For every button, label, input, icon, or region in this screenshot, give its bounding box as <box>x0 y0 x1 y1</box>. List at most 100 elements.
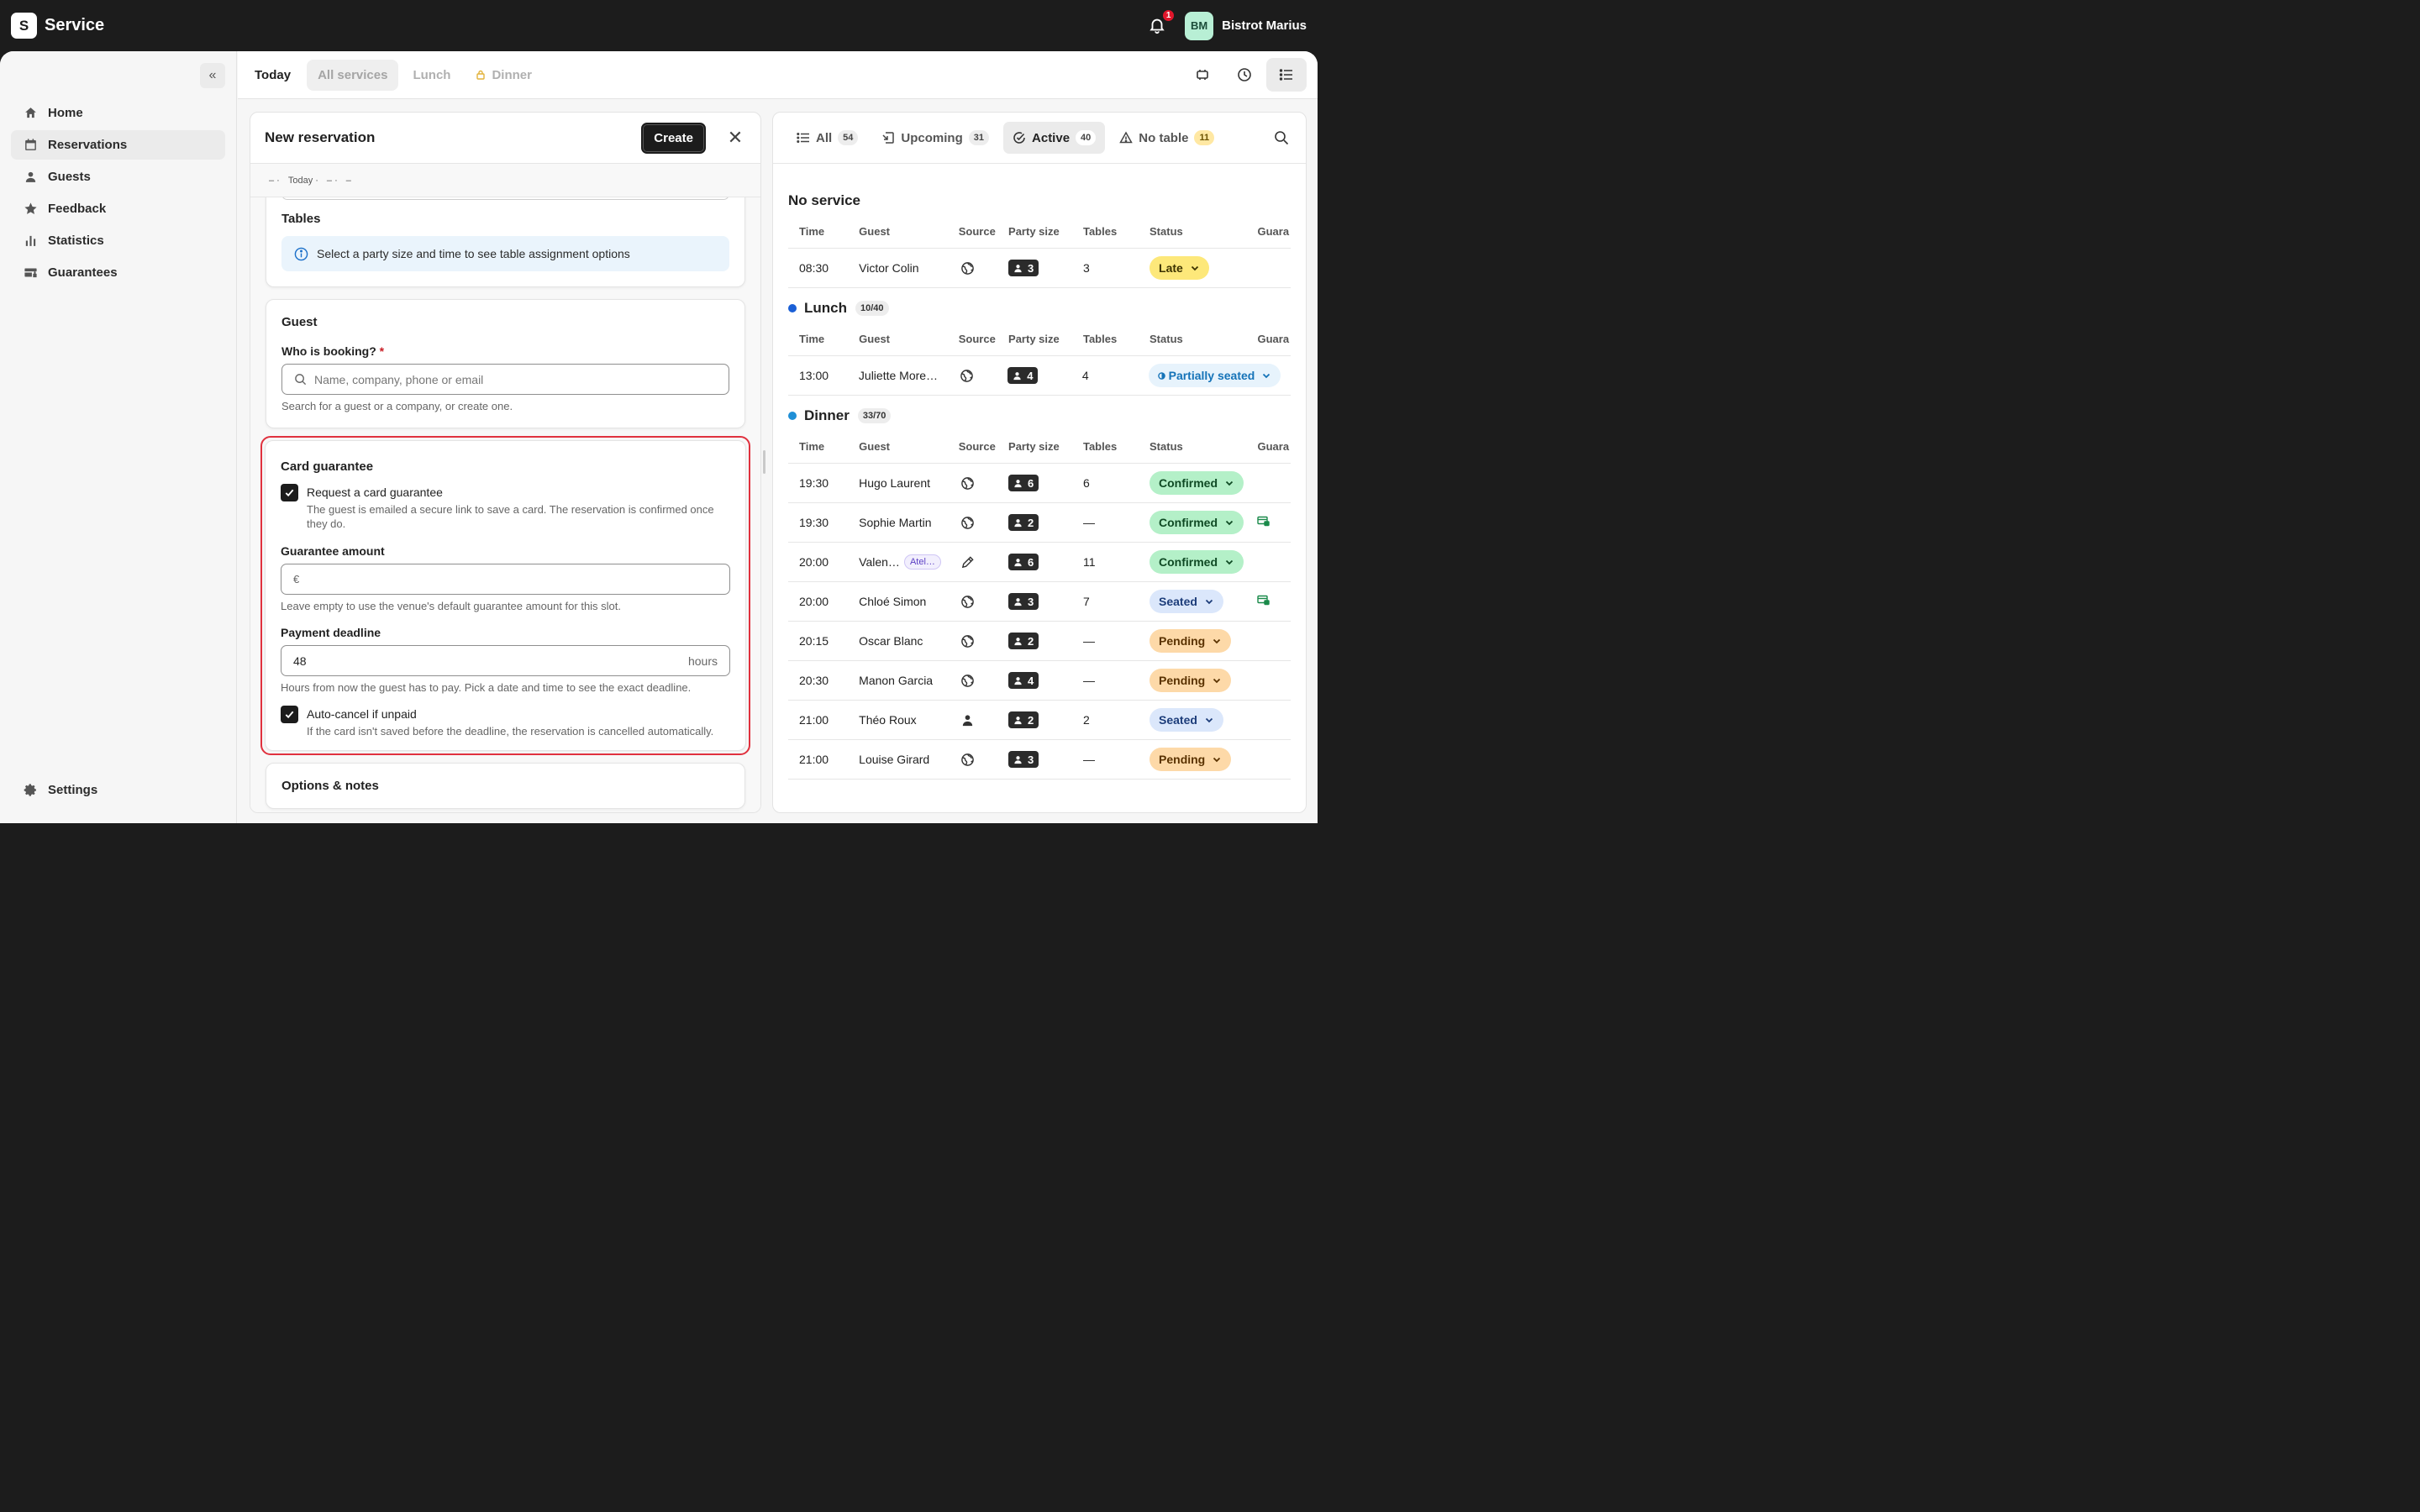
table-row[interactable]: 19:30 Hugo Laurent 6 6 Confirmed <box>788 464 1291 503</box>
sidebar-item-guests[interactable]: Guests <box>11 162 225 192</box>
tab-dinner-label: Dinner <box>492 67 532 82</box>
status-dropdown[interactable]: Late <box>1150 256 1209 280</box>
column-header[interactable]: Party size <box>1008 333 1083 345</box>
timeline-view-button[interactable] <box>1224 58 1265 92</box>
column-header[interactable]: Guest <box>859 440 959 453</box>
sidebar-item-home[interactable]: Home <box>11 98 225 128</box>
tab-upcoming[interactable]: Upcoming 31 <box>872 122 998 154</box>
column-header[interactable]: Status <box>1150 225 1257 238</box>
table-row[interactable]: 20:30 Manon Garcia 4 — Pending <box>788 661 1291 701</box>
sidebar-item-guarantees[interactable]: Guarantees <box>11 258 225 287</box>
party-size-badge: 6 <box>1008 554 1039 570</box>
create-button[interactable]: Create <box>641 122 706 154</box>
party-size-value: 3 <box>1028 753 1034 766</box>
status-label: Confirmed <box>1159 476 1218 490</box>
table-row[interactable]: 19:30 Sophie Martin 2 — Confirmed <box>788 503 1291 543</box>
sidebar-item-feedback[interactable]: Feedback <box>11 194 225 223</box>
column-header[interactable]: Party size <box>1008 440 1083 453</box>
panel-title: New reservation <box>265 129 376 145</box>
app-logo[interactable]: S <box>11 13 37 39</box>
floor-plan-view-button[interactable] <box>1182 58 1223 92</box>
column-header[interactable]: Source <box>959 225 1008 238</box>
table-header: Time Guest Source Party size Tables Status Gua… <box>788 323 1291 356</box>
form-scroll-area[interactable]: Tables Select a party size and time to s… <box>250 197 760 812</box>
card-guarantee-icon <box>1257 516 1270 527</box>
collapse-sidebar-button[interactable]: « <box>200 63 225 88</box>
tab-all-services[interactable]: All services <box>307 59 399 91</box>
venue-name[interactable]: Bistrot Marius <box>1222 18 1307 33</box>
tab-today[interactable]: Today <box>255 60 302 91</box>
status-dropdown[interactable]: Confirmed <box>1150 511 1244 534</box>
column-header[interactable]: Time <box>788 333 859 345</box>
column-header[interactable]: Guara <box>1257 440 1291 453</box>
guest-name: Louise Girard <box>859 753 930 766</box>
column-header[interactable]: Tables <box>1083 333 1150 345</box>
sidebar-item-settings[interactable]: Settings <box>11 775 225 805</box>
column-header[interactable]: Status <box>1150 333 1257 345</box>
table-row[interactable]: 21:00 Théo Roux 2 2 Seated <box>788 701 1291 740</box>
status-dropdown[interactable]: Seated <box>1150 708 1223 732</box>
column-header[interactable]: Guest <box>859 333 959 345</box>
close-button[interactable]: ✕ <box>724 127 746 149</box>
row-tables: — <box>1082 674 1095 687</box>
status-dropdown[interactable]: Partially seated <box>1148 364 1281 387</box>
tab-dinner[interactable]: Dinner <box>465 60 543 91</box>
panel-resize-handle[interactable] <box>763 450 765 474</box>
guest-search-input[interactable]: Name, company, phone or email <box>281 364 729 395</box>
row-guarantee <box>1257 595 1291 608</box>
autocancel-checkbox[interactable] <box>281 706 298 723</box>
person-icon <box>1014 637 1022 645</box>
column-header[interactable]: Party size <box>1008 225 1083 238</box>
column-header[interactable]: Time <box>788 440 859 453</box>
row-source <box>959 674 1008 688</box>
column-header[interactable]: Guara <box>1257 333 1291 345</box>
tab-active[interactable]: Active 40 <box>1003 122 1106 154</box>
sidebar-item-reservations[interactable]: Reservations <box>11 130 225 160</box>
tab-all[interactable]: All 54 <box>787 122 867 154</box>
tab-active-label: Active <box>1032 130 1071 145</box>
reservation-list[interactable]: No service Time Guest Source Party size Table… <box>773 192 1306 780</box>
status-dropdown[interactable]: Pending <box>1150 629 1232 653</box>
column-header[interactable]: Time <box>788 225 859 238</box>
table-row[interactable]: 20:15 Oscar Blanc 2 — Pending <box>788 622 1291 661</box>
sidebar-item-label: Guarantees <box>48 265 118 280</box>
column-header[interactable]: Tables <box>1083 440 1150 453</box>
partial-dot-icon <box>1157 371 1165 380</box>
table-row[interactable]: 08:30 Victor Colin 3 3 Late <box>788 249 1291 288</box>
sidebar-item-statistics[interactable]: Statistics <box>11 226 225 255</box>
party-size-value: 4 <box>1028 674 1034 687</box>
row-guest: Hugo Laurent <box>859 476 959 490</box>
payment-deadline-input[interactable]: 48 hours <box>281 645 730 676</box>
summary-item: – <box>345 175 351 186</box>
checkmark-icon <box>285 711 294 719</box>
table-row[interactable]: 13:00 Juliette More… 4 4 Partially seated <box>788 356 1291 396</box>
request-guarantee-desc: The guest is emailed a secure link to sa… <box>307 503 714 530</box>
status-dropdown[interactable]: Pending <box>1150 669 1232 692</box>
status-label: Pending <box>1159 634 1206 648</box>
tab-no-table[interactable]: No table 11 <box>1110 122 1223 154</box>
guarantee-amount-input[interactable]: € <box>281 564 730 595</box>
list-view-button[interactable] <box>1266 58 1307 92</box>
status-dropdown[interactable]: Pending <box>1150 748 1232 771</box>
column-header[interactable]: Status <box>1150 440 1257 453</box>
request-guarantee-label[interactable]: Request a card guarantee <box>307 484 730 501</box>
column-header[interactable]: Tables <box>1083 225 1150 238</box>
column-header[interactable]: Guara <box>1257 225 1291 238</box>
table-row[interactable]: 20:00 Valen… Atel… 6 11 Confirmed <box>788 543 1291 582</box>
status-dropdown[interactable]: Confirmed <box>1150 550 1244 574</box>
request-guarantee-checkbox[interactable] <box>281 484 298 501</box>
tab-lunch[interactable]: Lunch <box>402 60 461 91</box>
column-header[interactable]: Source <box>959 440 1008 453</box>
search-icon[interactable] <box>1274 130 1289 145</box>
table-row[interactable]: 21:00 Louise Girard 3 — Pending <box>788 740 1291 780</box>
previous-field-input[interactable] <box>281 197 729 200</box>
row-time: 13:00 <box>799 369 829 382</box>
column-header[interactable]: Guest <box>859 225 959 238</box>
avatar[interactable]: BM <box>1185 11 1214 40</box>
status-dropdown[interactable]: Seated <box>1150 590 1223 613</box>
column-header[interactable]: Source <box>959 333 1008 345</box>
notifications-button[interactable]: 1 <box>1148 8 1176 36</box>
status-dropdown[interactable]: Confirmed <box>1150 471 1244 495</box>
autocancel-label[interactable]: Auto-cancel if unpaid <box>307 706 713 723</box>
table-row[interactable]: 20:00 Chloé Simon 3 7 Seated <box>788 582 1291 622</box>
